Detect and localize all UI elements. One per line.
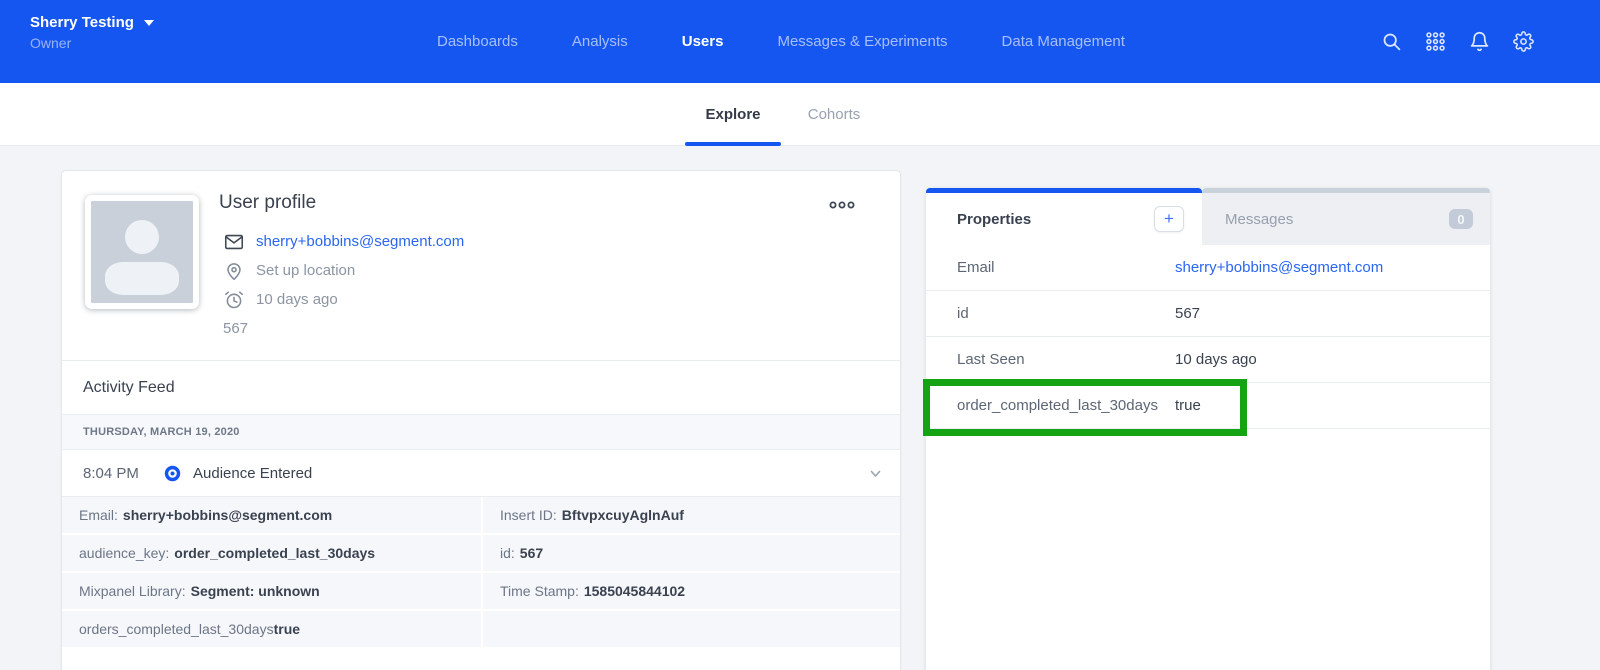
profile-rows: sherry+bobbins@segment.com Set up locati… bbox=[223, 227, 464, 343]
property-row-id: id 567 bbox=[926, 291, 1490, 337]
table-row: orders_completed_last_30days true bbox=[62, 611, 900, 647]
workspace-name: Sherry Testing bbox=[30, 14, 134, 31]
event-time: 8:04 PM bbox=[83, 465, 164, 482]
tab-properties[interactable]: Properties + bbox=[926, 188, 1202, 245]
table-row: Mixpanel Library: Segment: unknown Time … bbox=[62, 573, 900, 609]
section-tabbar: Explore Cohorts bbox=[0, 83, 1600, 146]
profile-location-text[interactable]: Set up location bbox=[256, 262, 355, 279]
event-type-icon bbox=[164, 465, 181, 482]
detail-cell-email: Email: sherry+bobbins@segment.com bbox=[62, 497, 481, 533]
property-email-link[interactable]: sherry+bobbins@segment.com bbox=[1175, 259, 1383, 276]
table-row: audience_key: order_completed_last_30day… bbox=[62, 535, 900, 571]
notifications-bell-icon[interactable] bbox=[1469, 31, 1490, 52]
avatar-torso-shape bbox=[105, 262, 179, 295]
profile-last-seen-text: 10 days ago bbox=[256, 291, 338, 308]
alarm-clock-icon bbox=[223, 289, 245, 311]
workspace-switcher[interactable]: Sherry Testing Owner bbox=[30, 14, 154, 51]
profile-location-row: Set up location bbox=[223, 256, 464, 285]
main-nav: Dashboards Analysis Users Messages & Exp… bbox=[437, 0, 1125, 83]
tab-explore[interactable]: Explore bbox=[685, 83, 781, 146]
properties-list: Email sherry+bobbins@segment.com id 567 … bbox=[926, 245, 1490, 670]
activity-date-band: THURSDAY, MARCH 19, 2020 bbox=[62, 415, 900, 450]
activity-feed-header: Activity Feed bbox=[62, 361, 900, 415]
avatar bbox=[85, 195, 199, 309]
profile-title: User profile bbox=[219, 192, 316, 214]
top-header: Sherry Testing Owner Dashboards Analysis… bbox=[0, 0, 1600, 83]
tab-messages[interactable]: Messages 0 bbox=[1202, 188, 1490, 245]
messages-count-badge: 0 bbox=[1449, 209, 1473, 229]
detail-cell-id: id: 567 bbox=[483, 535, 900, 571]
event-details-table: Email: sherry+bobbins@segment.com Insert… bbox=[62, 497, 900, 647]
property-row-email: Email sherry+bobbins@segment.com bbox=[926, 245, 1490, 291]
property-row-last-seen: Last Seen 10 days ago bbox=[926, 337, 1490, 383]
tab-explore-active-underline bbox=[685, 142, 781, 146]
profile-more-menu-icon[interactable] bbox=[829, 198, 855, 210]
caret-down-icon bbox=[144, 20, 154, 26]
workspace-role: Owner bbox=[30, 35, 154, 51]
detail-cell-time-stamp: Time Stamp: 1585045844102 bbox=[483, 573, 900, 609]
user-profile-card: User profile sherry+bobbins@segment.com … bbox=[61, 170, 901, 670]
tab-cohorts-label: Cohorts bbox=[808, 106, 861, 123]
detail-cell-orders-completed: orders_completed_last_30days true bbox=[62, 611, 481, 647]
properties-panel-tabs: Properties + Messages 0 bbox=[926, 188, 1490, 245]
nav-item-users[interactable]: Users bbox=[682, 33, 724, 50]
tab-messages-label: Messages bbox=[1225, 211, 1293, 228]
nav-item-analysis[interactable]: Analysis bbox=[572, 33, 628, 50]
search-icon[interactable] bbox=[1381, 31, 1402, 52]
profile-section: User profile sherry+bobbins@segment.com … bbox=[62, 171, 900, 361]
envelope-icon bbox=[223, 231, 245, 253]
property-row-order-completed: order_completed_last_30days true bbox=[926, 383, 1490, 429]
profile-email-row: sherry+bobbins@segment.com bbox=[223, 227, 464, 256]
nav-item-dashboards[interactable]: Dashboards bbox=[437, 33, 518, 50]
location-pin-icon bbox=[223, 260, 245, 282]
detail-cell-insert-id: Insert ID: BftvpxcuyAglnAuf bbox=[483, 497, 900, 533]
event-name: Audience Entered bbox=[193, 465, 312, 482]
tab-properties-label: Properties bbox=[957, 211, 1031, 228]
add-property-button[interactable]: + bbox=[1154, 206, 1184, 232]
activity-event-row[interactable]: 8:04 PM Audience Entered bbox=[62, 450, 900, 497]
activity-date-text: THURSDAY, MARCH 19, 2020 bbox=[83, 426, 240, 438]
table-row: Email: sherry+bobbins@segment.com Insert… bbox=[62, 497, 900, 533]
detail-cell-mixpanel-library: Mixpanel Library: Segment: unknown bbox=[62, 573, 481, 609]
mixpanel-users-page: Sherry Testing Owner Dashboards Analysis… bbox=[0, 0, 1600, 670]
nav-item-messages-experiments[interactable]: Messages & Experiments bbox=[777, 33, 947, 50]
detail-cell-empty bbox=[483, 611, 900, 647]
profile-id-text: 567 bbox=[223, 320, 248, 337]
profile-last-seen-row: 10 days ago bbox=[223, 285, 464, 314]
nav-item-data-management[interactable]: Data Management bbox=[1002, 33, 1125, 50]
tab-cohorts[interactable]: Cohorts bbox=[789, 83, 879, 146]
avatar-head-shape bbox=[125, 220, 159, 254]
apps-grid-icon[interactable] bbox=[1425, 31, 1446, 52]
tab-explore-label: Explore bbox=[705, 106, 760, 123]
detail-cell-audience-key: audience_key: order_completed_last_30day… bbox=[62, 535, 481, 571]
activity-feed-title: Activity Feed bbox=[83, 379, 175, 397]
header-icons bbox=[1381, 0, 1534, 83]
event-collapse-chevron-icon[interactable] bbox=[869, 467, 882, 480]
profile-id-row: 567 bbox=[223, 314, 464, 343]
settings-gear-icon[interactable] bbox=[1513, 31, 1534, 52]
profile-email-link[interactable]: sherry+bobbins@segment.com bbox=[256, 233, 464, 250]
properties-panel: Properties + Messages 0 Email sherry+bob… bbox=[926, 188, 1490, 670]
